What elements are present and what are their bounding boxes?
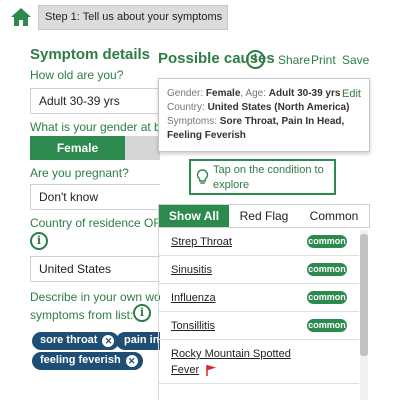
list-item[interactable]: Strep Throat common [159,228,359,256]
lightbulb-icon [196,169,209,185]
condition-name[interactable]: Strep Throat [171,236,232,248]
section-title: Symptom details [30,46,151,63]
edit-link[interactable]: Edit [342,87,361,101]
summary-line-symptoms: Symptoms: Sore Throat, Pain In Head, Fee… [167,116,345,141]
gender-toggle-track[interactable] [125,136,160,160]
top-bar: Step 1: Tell us about your symptoms [0,0,400,34]
common-badge: common [307,235,347,248]
describe-question: Describe in your own words or select [30,290,160,304]
summary-line-country: Country: United States (North America) [167,102,350,113]
symptom-chip[interactable]: pain in head ✕ [116,332,160,350]
age-select[interactable]: Adult 30-39 yrs [30,88,160,114]
tip-box: Tap on the condition to explore [189,159,336,195]
print-link[interactable]: Print [311,53,336,67]
symptom-chip[interactable]: sore throat ✕ [32,332,120,350]
close-icon[interactable]: ✕ [125,355,138,367]
describe-question-line2: symptoms from list: [30,308,134,322]
list-item[interactable]: Influenza common [159,284,359,312]
condition-name[interactable]: Sinusitis [171,264,212,276]
condition-name-line2[interactable]: Fever [171,364,199,376]
info-icon[interactable]: i [246,50,265,69]
home-icon[interactable] [10,6,32,28]
common-badge: common [307,319,347,332]
info-icon[interactable]: i [133,304,151,322]
condition-name[interactable]: Tonsillitis [171,320,215,332]
summary-line-gender: Gender: Female, Age: Adult 30-39 yrs [167,88,341,99]
gender-female-button[interactable]: Female [30,136,125,160]
list-item[interactable]: Tonsillitis common [159,312,359,340]
tab-common[interactable]: Common [299,205,369,227]
country-question: Country of residence OR recent travel [30,216,160,230]
summary-card: Gender: Female, Age: Adult 30-39 yrs Cou… [158,78,370,152]
tip-text: Tap on the condition to explore [213,164,324,191]
filter-tabs: Show All Red Flag Common [158,204,370,228]
info-icon[interactable]: i [30,232,48,250]
condition-name[interactable]: Influenza [171,292,216,304]
list-item[interactable]: Rocky Mountain Spotted Fever [159,340,359,384]
symptom-chip[interactable]: feeling feverish ✕ [32,352,143,370]
condition-name-line1[interactable]: Rocky Mountain Spotted [171,348,291,360]
pregnant-question: Are you pregnant? [30,166,129,180]
age-question: How old are you? [30,68,124,82]
red-flag-icon [205,364,217,379]
pregnant-select[interactable]: Don't know [30,184,160,210]
gender-question: What is your gender at birth? [30,120,160,134]
chip-label: pain in head [124,334,160,346]
tab-show-all[interactable]: Show All [159,205,229,227]
conditions-list: Strep Throat common Sinusitis common Inf… [158,228,370,400]
list-item[interactable]: Sinusitis common [159,256,359,284]
share-link[interactable]: Share [278,53,310,67]
chip-label: sore throat [40,334,98,346]
save-link[interactable]: Save [342,53,369,67]
close-icon[interactable]: ✕ [102,335,115,347]
symptom-details-panel: Symptom details How old are you? Adult 3… [20,36,160,400]
chip-label: feeling feverish [40,354,121,366]
scrollbar-thumb[interactable] [360,234,368,356]
step-indicator: Step 1: Tell us about your symptoms [38,5,228,30]
common-badge: common [307,263,347,276]
common-badge: common [307,291,347,304]
country-select[interactable]: United States [30,256,160,282]
tab-red-flag[interactable]: Red Flag [229,205,299,227]
